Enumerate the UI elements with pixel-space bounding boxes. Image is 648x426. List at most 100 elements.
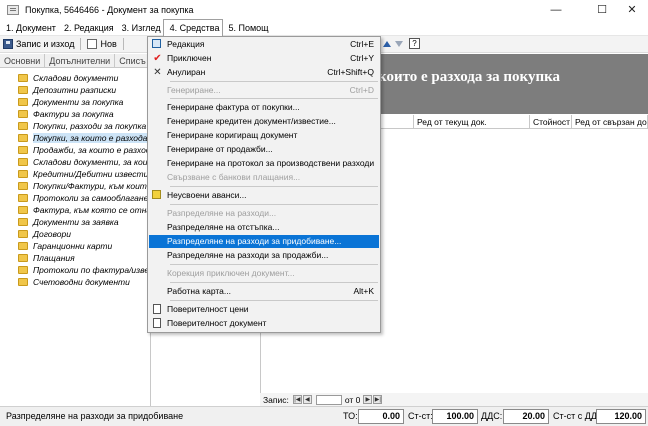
folder-icon	[18, 122, 28, 130]
advance-icon	[152, 190, 161, 199]
help-icon[interactable]: ?	[409, 38, 420, 49]
tab-bar: Основни Допълнителни Списъ	[0, 54, 152, 68]
first-record-icon[interactable]: |◀	[292, 395, 302, 404]
menuitem-generate-credit[interactable]: Генериране кредитен документ/известие...	[149, 115, 379, 128]
menu-separator	[170, 98, 378, 99]
menuitem-unused-advances[interactable]: Неусвоени аванси...	[149, 189, 379, 202]
save-exit-label: Запис и изход	[16, 39, 75, 49]
menuitem-generate-from-sales[interactable]: Генериране от продажби...	[149, 143, 379, 156]
prev-record-icon[interactable]: ◀	[302, 395, 312, 404]
content-title: които е разхода за покупка	[378, 69, 561, 85]
folder-icon	[18, 134, 28, 142]
menuitem-work-card[interactable]: Работна карта... Alt+K	[149, 285, 379, 298]
menu-separator	[170, 186, 378, 187]
tree-item[interactable]: Фактури за покупка	[18, 108, 114, 120]
tree-item[interactable]: Кредитни/Дебитни известия	[18, 168, 150, 180]
menuitem-generate-correcting[interactable]: Генериране коригиращ документ	[149, 129, 379, 142]
menu-separator	[170, 282, 378, 283]
check-icon: ✔	[153, 53, 162, 64]
tree-item[interactable]: Счетоводни документи	[18, 276, 130, 288]
document-icon	[153, 318, 161, 328]
tree-item[interactable]: Складови документи	[18, 72, 118, 84]
menuitem-edit[interactable]: Редакция Ctrl+E	[149, 38, 379, 51]
menuitem-generate-invoice[interactable]: Генериране фактура от покупки...	[149, 101, 379, 114]
vat-value: 20.00	[503, 409, 549, 424]
tools-dropdown-menu: Редакция Ctrl+E ✔ Приключен Ctrl+Y ✕ Ану…	[147, 36, 381, 333]
menuitem-document-confidentiality[interactable]: Поверителност документ	[149, 317, 379, 330]
folder-icon	[18, 110, 28, 118]
tree-item[interactable]: Складови документи, за които	[18, 156, 150, 168]
record-number-input[interactable]	[315, 394, 342, 405]
save-disk-icon	[3, 39, 13, 49]
menuitem-link-bank-payments[interactable]: Свързване с банкови плащания...	[149, 171, 379, 184]
folder-icon	[18, 170, 28, 178]
tree-item[interactable]: Документи за заявка	[18, 216, 119, 228]
menu-edit[interactable]: 2. Редакция	[58, 20, 116, 36]
status-bar: Разпределяне на разходи за придобиване Т…	[0, 406, 648, 426]
folder-icon	[18, 242, 28, 250]
menuitem-generate[interactable]: Генериране... Ctrl+D	[149, 84, 379, 97]
tree-item[interactable]: Гаранционни карти	[18, 240, 112, 252]
next-record-icon[interactable]: ▶	[363, 395, 373, 404]
menuitem-distribute-sales-costs[interactable]: Разпределяне на разходи за продажби...	[149, 249, 379, 262]
tree-item[interactable]: Документи за покупка	[18, 96, 123, 108]
tab-lists[interactable]: Списъ	[115, 54, 151, 67]
tree-item[interactable]: Плащания	[18, 252, 75, 264]
folder-icon	[18, 218, 28, 226]
app-icon	[7, 5, 19, 15]
cost-value: 100.00	[432, 409, 478, 424]
menuitem-generate-protocol[interactable]: Генериране на протокол за производствени…	[149, 157, 379, 170]
column-header-current-row[interactable]: Ред от текущ док.	[414, 115, 530, 129]
save-exit-button[interactable]: Запис и изход	[0, 37, 77, 52]
tab-additional[interactable]: Допълнителни	[45, 54, 116, 67]
folder-icon	[18, 86, 28, 94]
menuitem-completed[interactable]: ✔ Приключен Ctrl+Y	[149, 52, 379, 65]
menuitem-distribute-discount[interactable]: Разпределяне на отстъпка...	[149, 221, 379, 234]
move-up-arrow-icon[interactable]	[383, 41, 391, 47]
tree-item[interactable]: Депозитни разписки	[18, 84, 116, 96]
close-button[interactable]: ✕	[616, 0, 648, 20]
tab-basic[interactable]: Основни	[0, 54, 46, 67]
tree-item[interactable]: Протоколи за самооблагане	[18, 192, 148, 204]
edit-icon	[152, 39, 161, 48]
menu-tools[interactable]: 4. Средства	[162, 19, 223, 36]
folder-icon	[18, 194, 28, 202]
tree-item[interactable]: Покупки/Фактури, към които	[18, 180, 150, 192]
tree-item[interactable]: Продажби, за които е разхода	[18, 144, 150, 156]
menu-separator	[170, 81, 378, 82]
folder-icon	[18, 98, 28, 106]
menuitem-distribute-costs[interactable]: Разпределяне на разходи...	[149, 207, 379, 220]
move-down-arrow-icon[interactable]	[395, 41, 403, 47]
cancel-x-icon: ✕	[153, 67, 162, 78]
menu-document[interactable]: 1. Документ	[0, 20, 58, 36]
folder-icon	[18, 74, 28, 82]
folder-icon	[18, 230, 28, 238]
tree-item[interactable]: Фактура, към която се отнася	[18, 204, 150, 216]
window-title: Покупка, 5646466 - Документ за покупка	[25, 5, 194, 15]
menuitem-cancelled[interactable]: ✕ Анулиран Ctrl+Shift+Q	[149, 66, 379, 79]
record-label: Запис:	[263, 394, 289, 405]
new-label: Нов	[100, 39, 117, 49]
tree-item-selected[interactable]: Покупки, за които е разхода за	[18, 132, 150, 144]
folder-icon	[18, 266, 28, 274]
last-record-icon[interactable]: ▶|	[373, 395, 383, 404]
tree-item[interactable]: Договори	[18, 228, 71, 240]
tree-item[interactable]: Покупки, разходи за покупка	[18, 120, 146, 132]
menuitem-price-confidentiality[interactable]: Поверителност цени	[149, 303, 379, 316]
new-button[interactable]: Нов	[84, 37, 119, 52]
minimize-button[interactable]: —	[540, 0, 572, 20]
maximize-button[interactable]: ☐	[586, 0, 618, 20]
menu-view[interactable]: 3. Изглед	[116, 20, 163, 36]
cost-label: Ст-ст:	[408, 411, 433, 421]
folder-icon	[18, 158, 28, 166]
tree-item[interactable]: Протоколи по фактура/известие	[18, 264, 150, 276]
menuitem-distribute-acquisition-costs[interactable]: Разпределяне на разходи за придобиване..…	[149, 235, 379, 248]
record-navigator: Запис: |◀ ◀ от 0 ▶ ▶|	[260, 393, 648, 406]
toolbar-separator	[80, 38, 82, 50]
column-header-linked-row[interactable]: Ред от свързан док	[572, 115, 648, 129]
menu-help[interactable]: 5. Помощ	[223, 20, 271, 36]
menuitem-correct-completed[interactable]: Корекция приключен документ...	[149, 267, 379, 280]
toolbar-separator	[122, 38, 124, 50]
column-header-value[interactable]: Стойност	[530, 115, 572, 129]
menu-separator	[170, 300, 378, 301]
